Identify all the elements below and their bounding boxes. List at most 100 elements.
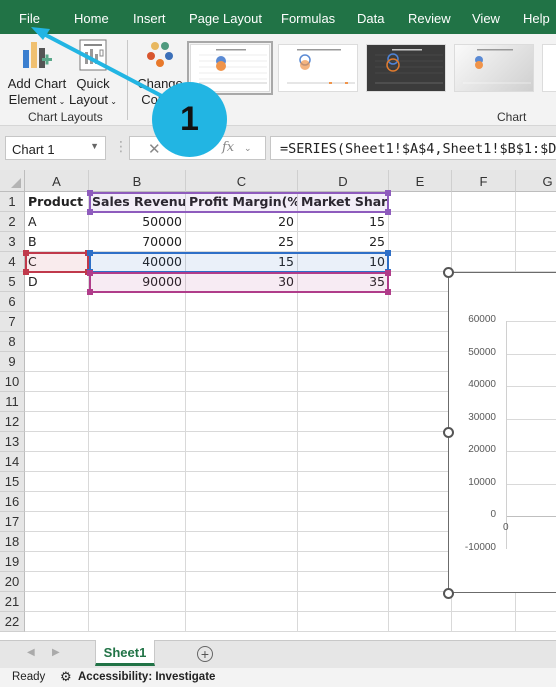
cell-c11[interactable] (186, 392, 298, 412)
cell-b16[interactable] (89, 492, 186, 512)
formula-input[interactable]: =SERIES(Sheet1!$A$4,Sheet1!$B$1:$D$ (270, 136, 556, 160)
column-header-e[interactable]: E (389, 170, 452, 192)
cell-c7[interactable] (186, 312, 298, 332)
row-header-6[interactable]: 6 (0, 292, 25, 312)
row-header-7[interactable]: 7 (0, 312, 25, 332)
cell-d17[interactable] (298, 512, 389, 532)
cell-a2[interactable]: A (25, 212, 89, 232)
cancel-icon[interactable]: ✕ (148, 140, 161, 158)
cell-b14[interactable] (89, 452, 186, 472)
cell-c19[interactable] (186, 552, 298, 572)
cell-c13[interactable] (186, 432, 298, 452)
row-header-13[interactable]: 13 (0, 432, 25, 452)
cell-a17[interactable] (25, 512, 89, 532)
cell-b18[interactable] (89, 532, 186, 552)
cell-c10[interactable] (186, 372, 298, 392)
row-header-2[interactable]: 2 (0, 212, 25, 232)
tab-formulas[interactable]: Formulas (281, 11, 335, 26)
cell-f21[interactable] (452, 592, 516, 612)
cell-a18[interactable] (25, 532, 89, 552)
accessibility-icon[interactable]: ⚙ (60, 669, 72, 685)
cell-d8[interactable] (298, 332, 389, 352)
row-header-1[interactable]: 1 (0, 192, 25, 212)
cell-d1[interactable]: Market Share (298, 192, 389, 212)
cell-c17[interactable] (186, 512, 298, 532)
cell-b7[interactable] (89, 312, 186, 332)
cell-a3[interactable]: B (25, 232, 89, 252)
cell-a8[interactable] (25, 332, 89, 352)
cell-e20[interactable] (389, 572, 452, 592)
cell-d14[interactable] (298, 452, 389, 472)
row-header-18[interactable]: 18 (0, 532, 25, 552)
row-header-19[interactable]: 19 (0, 552, 25, 572)
series-x-values-range-handle[interactable] (385, 209, 391, 215)
row-header-22[interactable]: 22 (0, 612, 25, 632)
cell-b13[interactable] (89, 432, 186, 452)
cell-b17[interactable] (89, 512, 186, 532)
row-header-15[interactable]: 15 (0, 472, 25, 492)
cell-a15[interactable] (25, 472, 89, 492)
chart-1[interactable]: 60000 50000 40000 30000 20000 10000 0 -10000 0 (448, 272, 556, 593)
series-y-values-range-handle[interactable] (385, 250, 391, 256)
cell-d20[interactable] (298, 572, 389, 592)
cell-c14[interactable] (186, 452, 298, 472)
cell-b2[interactable]: 50000 (89, 212, 186, 232)
cell-c4[interactable]: 15 (186, 252, 298, 272)
insert-function-icon[interactable]: fx (222, 140, 234, 155)
cell-c5[interactable]: 30 (186, 272, 298, 292)
cell-b21[interactable] (89, 592, 186, 612)
cell-c3[interactable]: 25 (186, 232, 298, 252)
series-bubble-size-range-handle[interactable] (385, 270, 391, 276)
cell-a9[interactable] (25, 352, 89, 372)
cell-f3[interactable] (452, 232, 516, 252)
sheet-tab-sheet1[interactable]: Sheet1 (95, 640, 155, 666)
cell-c8[interactable] (186, 332, 298, 352)
cell-c16[interactable] (186, 492, 298, 512)
cell-a16[interactable] (25, 492, 89, 512)
cell-d12[interactable] (298, 412, 389, 432)
cell-g22[interactable] (516, 612, 556, 632)
cell-b20[interactable] (89, 572, 186, 592)
cell-c15[interactable] (186, 472, 298, 492)
cell-d10[interactable] (298, 372, 389, 392)
accessibility-status[interactable]: Accessibility: Investigate (78, 671, 215, 683)
cell-g2[interactable] (516, 212, 556, 232)
add-chart-element-button[interactable]: Add Chart Element ⌄ (6, 38, 68, 110)
cell-e11[interactable] (389, 392, 452, 412)
cell-e2[interactable] (389, 212, 452, 232)
cell-a5[interactable]: D (25, 272, 89, 292)
series-bubble-size-range-handle[interactable] (385, 289, 391, 295)
cell-c18[interactable] (186, 532, 298, 552)
quick-layout-button[interactable]: Quick Layout ⌄ (68, 38, 118, 110)
cell-b10[interactable] (89, 372, 186, 392)
cell-e22[interactable] (389, 612, 452, 632)
row-header-5[interactable]: 5 (0, 272, 25, 292)
tab-file[interactable]: File (19, 11, 40, 26)
column-header-f[interactable]: F (452, 170, 516, 192)
cell-c21[interactable] (186, 592, 298, 612)
tab-view[interactable]: View (472, 11, 500, 26)
series-name-range-handle[interactable] (23, 269, 29, 275)
chart-style-4[interactable] (454, 44, 534, 92)
name-box[interactable]: Chart 1 ▼ (5, 136, 106, 160)
tab-help[interactable]: Help (523, 11, 550, 26)
cell-a22[interactable] (25, 612, 89, 632)
tab-page-layout[interactable]: Page Layout (189, 11, 262, 26)
cell-a12[interactable] (25, 412, 89, 432)
row-header-9[interactable]: 9 (0, 352, 25, 372)
cell-b1[interactable]: Sales Revenue (89, 192, 186, 212)
cell-d3[interactable]: 25 (298, 232, 389, 252)
row-header-3[interactable]: 3 (0, 232, 25, 252)
cell-f22[interactable] (452, 612, 516, 632)
tab-home[interactable]: Home (74, 11, 109, 26)
row-header-14[interactable]: 14 (0, 452, 25, 472)
cell-e6[interactable] (389, 292, 452, 312)
cell-d7[interactable] (298, 312, 389, 332)
cell-e1[interactable] (389, 192, 452, 212)
chart-resize-handle-top-left[interactable] (443, 267, 454, 278)
row-header-17[interactable]: 17 (0, 512, 25, 532)
chart-style-2[interactable] (278, 44, 358, 92)
cell-b11[interactable] (89, 392, 186, 412)
tab-data[interactable]: Data (357, 11, 384, 26)
cell-a14[interactable] (25, 452, 89, 472)
